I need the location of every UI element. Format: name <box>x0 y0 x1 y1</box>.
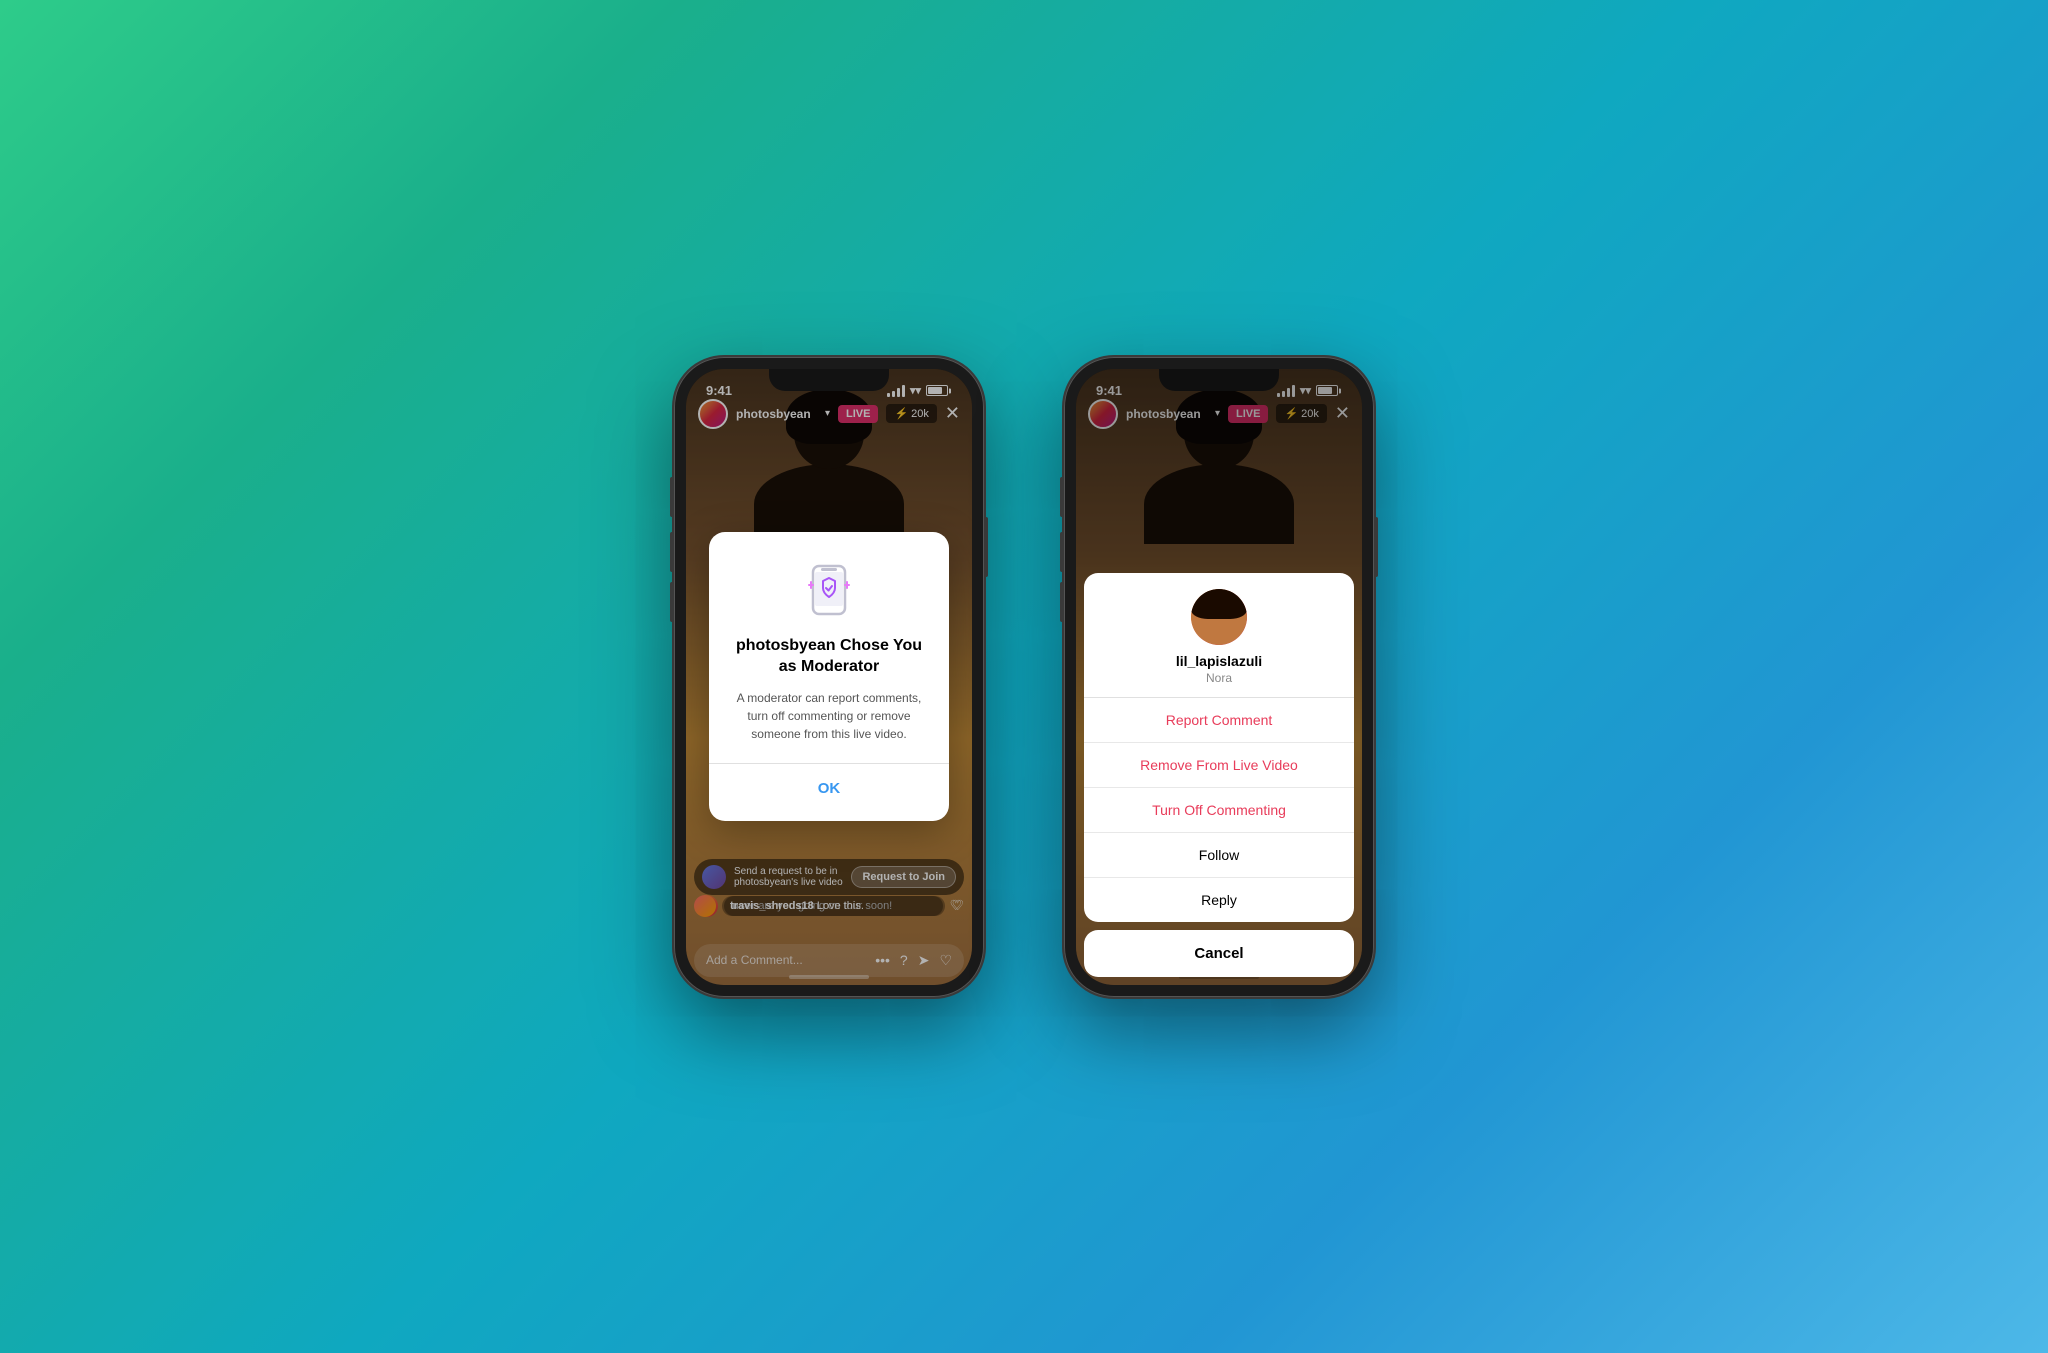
phone-1-screen: 9:41 ▾▾ photosbyean <box>686 369 972 985</box>
modal-description: A moderator can report comments, turn of… <box>733 689 925 743</box>
action-follow[interactable]: Follow <box>1084 833 1354 878</box>
moderator-modal: photosbyean Chose You as Moderator A mod… <box>709 532 949 822</box>
phones-container: 9:41 ▾▾ photosbyean <box>674 357 1374 997</box>
action-sheet-subname: Nora <box>1206 671 1232 685</box>
action-cancel-button[interactable]: Cancel <box>1084 930 1354 977</box>
phone-2: 9:41 ▾▾ photosbyean <box>1064 357 1374 997</box>
action-sheet-username: lil_lapislazuli <box>1176 653 1262 669</box>
action-turn-off-commenting[interactable]: Turn Off Commenting <box>1084 788 1354 833</box>
modal-divider <box>709 763 949 764</box>
action-sheet-overlay: lil_lapislazuli Nora Report Comment Remo… <box>1076 369 1362 985</box>
modal-icon <box>799 560 859 620</box>
action-sheet-header: lil_lapislazuli Nora <box>1084 573 1354 698</box>
phone-1: 9:41 ▾▾ photosbyean <box>674 357 984 997</box>
modal-ok-button[interactable]: OK <box>733 776 925 801</box>
action-remove-from-live[interactable]: Remove From Live Video <box>1084 743 1354 788</box>
action-sheet-avatar <box>1191 589 1247 645</box>
modal-overlay-1: photosbyean Chose You as Moderator A mod… <box>686 369 972 985</box>
action-report-comment[interactable]: Report Comment <box>1084 698 1354 743</box>
action-sheet-main: lil_lapislazuli Nora Report Comment Remo… <box>1084 573 1354 922</box>
action-reply[interactable]: Reply <box>1084 878 1354 922</box>
modal-title: photosbyean Chose You as Moderator <box>733 636 925 678</box>
phone-2-screen: 9:41 ▾▾ photosbyean <box>1076 369 1362 985</box>
